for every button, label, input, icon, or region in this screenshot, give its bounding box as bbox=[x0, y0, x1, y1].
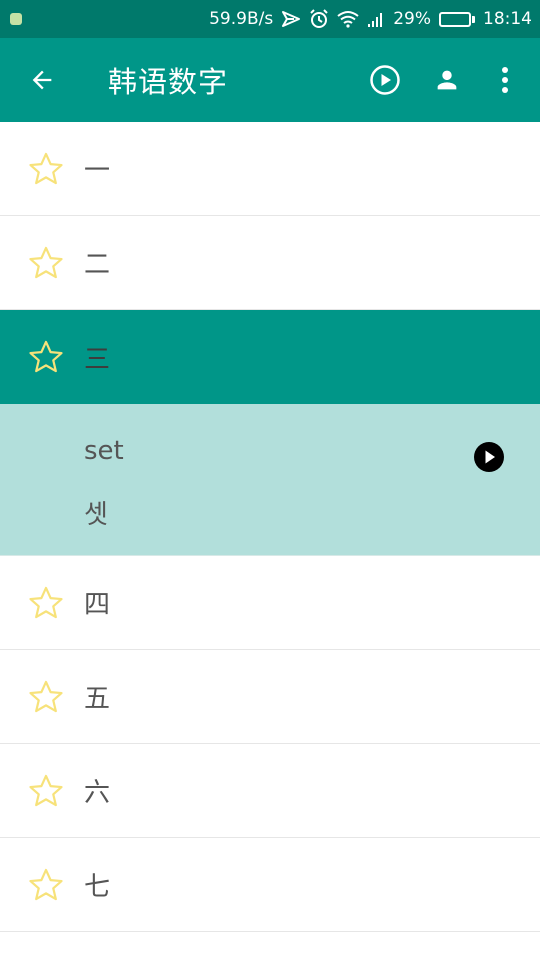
favorite-star-button[interactable] bbox=[0, 122, 84, 216]
play-all-button[interactable] bbox=[354, 38, 416, 122]
hangul-text: 셋 bbox=[84, 500, 108, 530]
account-button[interactable] bbox=[416, 38, 478, 122]
list-item[interactable]: 一 bbox=[0, 122, 540, 216]
play-circle-icon bbox=[370, 65, 400, 95]
list-item[interactable]: 七 bbox=[0, 838, 540, 932]
list-item[interactable]: 五 bbox=[0, 650, 540, 744]
romanization-text: set bbox=[84, 436, 124, 466]
star-outline-icon bbox=[29, 774, 63, 806]
favorite-star-button[interactable] bbox=[0, 216, 84, 310]
battery-percent: 29% bbox=[393, 9, 431, 29]
favorite-star-button[interactable] bbox=[0, 838, 84, 932]
list-item-label: 三 bbox=[84, 344, 111, 375]
status-left bbox=[10, 13, 22, 25]
star-outline-icon bbox=[29, 340, 63, 373]
send-icon bbox=[281, 10, 301, 28]
expanded-detail-panel: set 셋 bbox=[0, 404, 540, 556]
battery-tip bbox=[472, 15, 475, 23]
list-item-selected[interactable]: 三 bbox=[0, 310, 540, 404]
star-outline-icon bbox=[29, 868, 63, 900]
favorite-star-button[interactable] bbox=[0, 650, 84, 744]
back-button[interactable] bbox=[0, 38, 84, 122]
star-outline-icon bbox=[29, 152, 63, 184]
list-item[interactable]: 二 bbox=[0, 216, 540, 310]
app-notification-icon bbox=[10, 13, 22, 25]
battery-icon bbox=[439, 11, 475, 27]
network-speed: 59.9B/s bbox=[209, 9, 274, 29]
page-title: 韩语数字 bbox=[108, 65, 229, 99]
status-bar: 59.9B/s 29% 18:14 bbox=[0, 0, 540, 38]
more-vert-icon bbox=[502, 67, 508, 93]
list-item-label: 四 bbox=[84, 590, 111, 620]
overflow-menu-button[interactable] bbox=[478, 38, 532, 122]
play-circle-filled-icon bbox=[474, 442, 504, 472]
number-list: 一 二 三 set 셋 四 五 六 七 bbox=[0, 122, 540, 932]
star-outline-icon bbox=[29, 586, 63, 618]
star-outline-icon bbox=[29, 246, 63, 278]
app-bar: 韩语数字 bbox=[0, 38, 540, 122]
alarm-icon bbox=[309, 9, 329, 29]
favorite-star-button[interactable] bbox=[0, 556, 84, 650]
battery-body bbox=[439, 11, 471, 27]
favorite-star-button[interactable] bbox=[0, 310, 84, 404]
signal-icon bbox=[367, 10, 385, 28]
list-item-label: 七 bbox=[84, 872, 111, 902]
list-item-label: 二 bbox=[84, 250, 111, 280]
list-item-label: 六 bbox=[84, 778, 111, 808]
list-item-label: 一 bbox=[84, 156, 111, 186]
list-item[interactable]: 六 bbox=[0, 744, 540, 838]
play-audio-button[interactable] bbox=[473, 441, 505, 473]
arrow-back-icon bbox=[32, 70, 52, 90]
favorite-star-button[interactable] bbox=[0, 744, 84, 838]
person-icon bbox=[437, 70, 457, 90]
wifi-icon bbox=[337, 10, 359, 28]
star-outline-icon bbox=[29, 680, 63, 712]
status-right: 59.9B/s 29% 18:14 bbox=[209, 9, 532, 29]
list-item-label: 五 bbox=[84, 684, 111, 714]
clock: 18:14 bbox=[483, 9, 532, 29]
list-item[interactable]: 四 bbox=[0, 556, 540, 650]
